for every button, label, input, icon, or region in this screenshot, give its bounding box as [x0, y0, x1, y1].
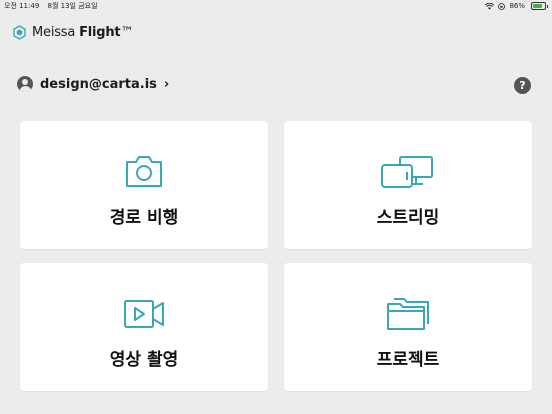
wifi-icon: [485, 2, 495, 9]
card-label: 영상 촬영: [109, 350, 179, 370]
battery-icon: [531, 2, 548, 10]
account-email: design@carta.is: [40, 76, 157, 92]
meissa-logo-icon: [13, 25, 26, 40]
folder-icon: [387, 298, 429, 330]
user-icon: [17, 76, 33, 92]
battery-percent: 86%: [509, 2, 525, 10]
card-video-recording[interactable]: 영상 촬영: [20, 263, 268, 391]
status-time: 오전 11:49: [4, 2, 40, 10]
card-label: 프로젝트: [376, 350, 440, 370]
status-bar: 오전 11:49 8월 13일 금요일 86%: [0, 0, 552, 12]
card-label: 스트리밍: [376, 208, 440, 228]
video-icon: [124, 300, 164, 328]
help-button[interactable]: ?: [514, 77, 531, 94]
monitor-tablet-icon: [381, 156, 433, 188]
card-streaming[interactable]: 스트리밍: [284, 121, 532, 249]
app-name: Meissa Flight™: [32, 25, 134, 40]
chevron-right-icon: ›: [163, 76, 170, 92]
status-date: 8월 13일 금요일: [47, 2, 98, 10]
card-project[interactable]: 프로젝트: [284, 263, 532, 391]
card-label: 경로 비행: [109, 208, 179, 228]
card-flight-path[interactable]: 경로 비행: [20, 121, 268, 249]
camera-icon: [126, 156, 162, 187]
orientation-lock-icon: [498, 2, 506, 10]
account-button[interactable]: design@carta.is ›: [17, 76, 169, 92]
app-logo: Meissa Flight™: [12, 25, 133, 40]
